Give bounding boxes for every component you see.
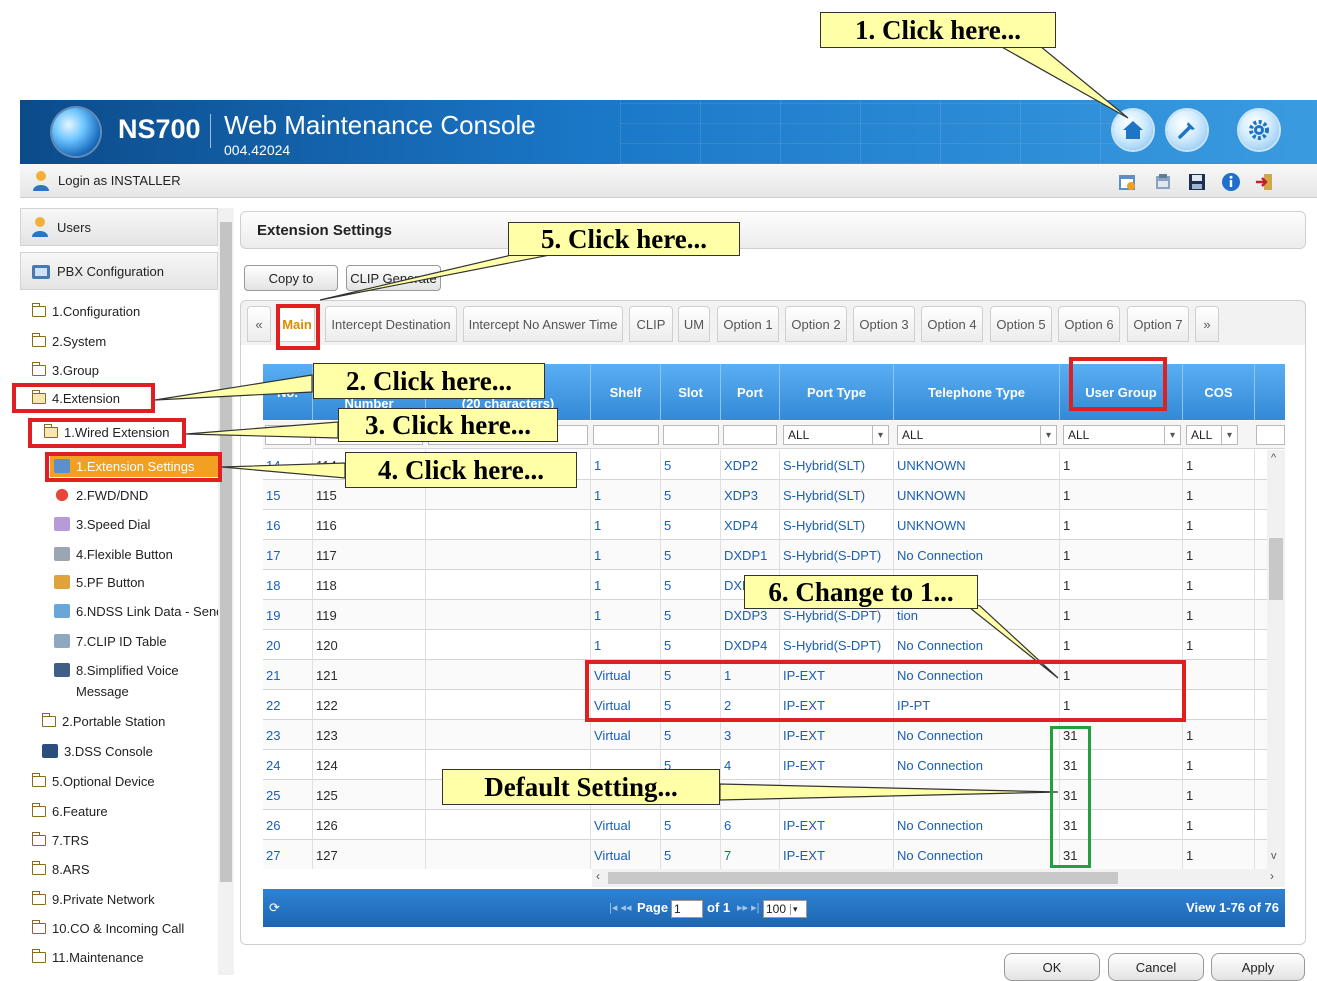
pointer-2 [154, 374, 313, 401]
annotation-3: 3. Click here... [338, 408, 558, 442]
pointer-1 [997, 45, 1129, 119]
highlight-extension [12, 383, 155, 413]
pointer-5 [319, 252, 561, 301]
annotation-6: 6. Change to 1... [744, 575, 978, 609]
annotation-1: 1. Click here... [820, 12, 1056, 48]
annotation-pointers [154, 45, 1129, 801]
highlight-default-setting [1050, 726, 1091, 868]
annotation-2: 2. Click here... [313, 363, 545, 399]
annotation-5: 5. Click here... [508, 222, 740, 256]
highlight-user-group-header [1069, 357, 1167, 411]
highlight-extension-settings [45, 452, 222, 482]
annotation-default: Default Setting... [442, 769, 720, 805]
highlight-main-tab [276, 304, 320, 350]
highlight-wired-extension [28, 418, 186, 448]
pointer-3 [185, 421, 339, 439]
pointer-4 [221, 462, 346, 479]
pointer-default [719, 783, 1059, 801]
highlight-rows-to-change [585, 660, 1186, 722]
annotation-4: 4. Click here... [345, 452, 577, 488]
